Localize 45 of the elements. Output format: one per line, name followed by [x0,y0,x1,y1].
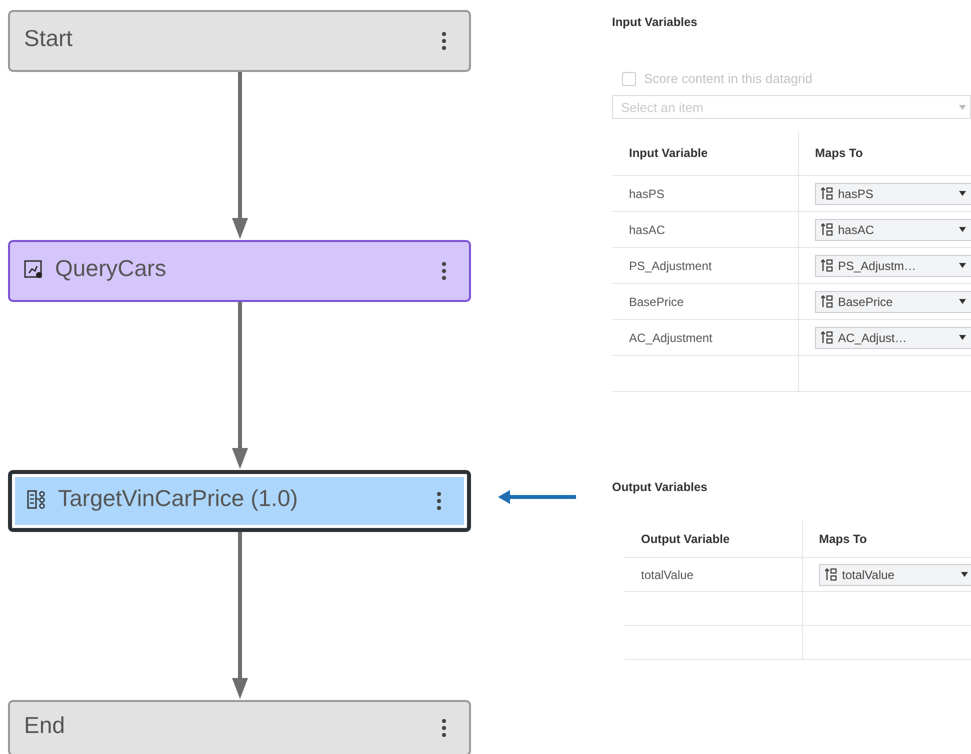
node-label: Start [24,24,74,52]
table-cell-text: hasAC [628,222,666,238]
caret-icon [959,191,966,196]
section-title: Input Variables [612,15,698,29]
column-header: Input Variable [628,145,709,162]
table-cell-text: PS_Adjustment [628,258,713,274]
caret-icon [959,227,966,232]
node-label: QueryCars [55,254,168,282]
more-icon [436,491,442,511]
caret-icon [961,572,968,577]
list-tree-icon [27,490,46,508]
sort-icon [825,568,837,581]
mapping-dropdown[interactable]: AC_Adjust… [815,326,971,348]
flow-node[interactable]: End [8,700,471,754]
caret-icon [959,104,966,110]
flow-node[interactable]: QueryCars [8,240,471,302]
mapping-dropdown[interactable]: BasePrice [815,290,971,312]
more-icon [441,261,447,281]
sort-icon [821,295,833,308]
mapping-dropdown[interactable]: hasAC [815,218,971,240]
caret-icon [959,299,966,304]
mapping-dropdown[interactable]: totalValue [819,564,971,586]
node-label: TargetVinCarPrice (1.0) [58,484,299,512]
column-header: Maps To [802,520,971,557]
column-header: Output Variable [640,530,731,548]
mapping-dropdown[interactable]: PS_Adjustm… [815,254,971,276]
caret-icon [959,263,966,268]
column-header: Maps To [798,131,971,175]
table-cell-text: AC_Adjustment [628,330,714,346]
sort-icon [821,259,833,272]
more-icon [441,31,447,51]
flow-node[interactable]: TargetVinCarPrice (1.0) [8,470,471,532]
mapping-dropdown[interactable]: hasPS [815,182,971,204]
caret-icon [959,335,966,340]
section-title: Output Variables [612,480,708,494]
chart-box-icon [24,260,43,278]
sort-icon [821,187,833,200]
table-cell-text: totalValue [640,566,694,584]
table-cell-text: BasePrice [628,294,685,310]
table-cell-text: hasPS [628,186,666,202]
node-label: End [24,712,66,738]
sort-icon [821,331,833,344]
flow-node[interactable]: Start [8,10,471,72]
sort-icon [821,223,833,236]
more-icon [441,718,447,738]
